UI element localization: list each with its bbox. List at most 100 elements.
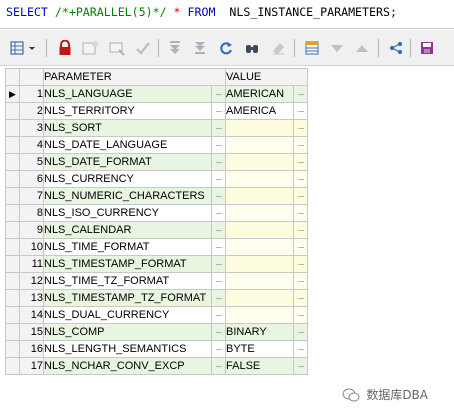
row-number[interactable]: 16 [19, 340, 44, 358]
refresh-icon[interactable] [216, 38, 236, 58]
cell-edit-button[interactable]: ··· [211, 153, 226, 171]
cell-edit-button[interactable]: ··· [293, 289, 308, 307]
cell-parameter[interactable]: NLS_TERRITORY [43, 102, 212, 120]
cell-edit-button[interactable]: ··· [211, 102, 226, 120]
cell-edit-button[interactable]: ··· [211, 119, 226, 137]
sort-ascending-icon[interactable] [352, 38, 372, 58]
cell-parameter[interactable]: NLS_CALENDAR [43, 221, 212, 239]
row-number[interactable]: 9 [19, 221, 44, 239]
row-number[interactable]: 6 [19, 170, 44, 188]
lock-icon[interactable] [55, 38, 75, 58]
cell-parameter[interactable]: NLS_TIME_FORMAT [43, 238, 212, 256]
cell-edit-button[interactable]: ··· [293, 204, 308, 222]
find-icon[interactable] [242, 38, 262, 58]
cell-edit-button[interactable]: ··· [293, 340, 308, 358]
cell-edit-button[interactable]: ··· [293, 306, 308, 324]
cell-value[interactable] [225, 255, 294, 273]
cell-edit-button[interactable]: ··· [211, 306, 226, 324]
row-number[interactable]: 15 [19, 323, 44, 341]
cell-value[interactable] [225, 238, 294, 256]
cell-parameter[interactable]: NLS_NUMERIC_CHARACTERS [43, 187, 212, 205]
cell-edit-button[interactable]: ··· [211, 272, 226, 290]
cell-edit-button[interactable]: ··· [293, 323, 308, 341]
row-number[interactable]: 13 [19, 289, 44, 307]
cell-value[interactable]: FALSE [225, 357, 294, 375]
cell-edit-button[interactable]: ··· [211, 238, 226, 256]
cell-value[interactable] [225, 136, 294, 154]
column-header-value[interactable]: VALUE [225, 68, 308, 86]
row-number[interactable]: 1 [19, 85, 44, 103]
cell-edit-button[interactable]: ··· [293, 85, 308, 103]
cell-edit-button[interactable]: ··· [211, 204, 226, 222]
cell-parameter[interactable]: NLS_TIMESTAMP_FORMAT [43, 255, 212, 273]
table-row[interactable]: 10 NLS_TIME_FORMAT ··· ··· [5, 238, 308, 256]
table-row[interactable]: 17 NLS_NCHAR_CONV_EXCP ··· FALSE ··· [5, 357, 308, 375]
clear-icon[interactable] [268, 38, 288, 58]
first-record-icon[interactable] [165, 38, 185, 58]
table-row[interactable]: 12 NLS_TIME_TZ_FORMAT ··· ··· [5, 272, 308, 290]
cell-parameter[interactable]: NLS_DUAL_CURRENCY [43, 306, 212, 324]
sql-editor[interactable]: SELECT /*+PARALLEL(5)*/ * FROM NLS_INSTA… [0, 0, 454, 29]
cell-value[interactable] [225, 221, 294, 239]
cell-parameter[interactable]: NLS_COMP [43, 323, 212, 341]
save-icon[interactable] [417, 38, 437, 58]
row-number[interactable]: 12 [19, 272, 44, 290]
cell-parameter[interactable]: NLS_CURRENCY [43, 170, 212, 188]
table-row[interactable]: 9 NLS_CALENDAR ··· ··· [5, 221, 308, 239]
cell-parameter[interactable]: NLS_TIMESTAMP_TZ_FORMAT [43, 289, 212, 307]
cell-edit-button[interactable]: ··· [293, 255, 308, 273]
query-by-example-icon[interactable] [302, 38, 322, 58]
cell-value[interactable] [225, 187, 294, 205]
cell-parameter[interactable]: NLS_LENGTH_SEMANTICS [43, 340, 212, 358]
row-number[interactable]: 14 [19, 306, 44, 324]
cell-edit-button[interactable]: ··· [293, 357, 308, 375]
cell-edit-button[interactable]: ··· [211, 85, 226, 103]
row-number[interactable]: 5 [19, 153, 44, 171]
delete-record-icon[interactable] [107, 38, 127, 58]
cell-parameter[interactable]: NLS_NCHAR_CONV_EXCP [43, 357, 212, 375]
row-number[interactable]: 17 [19, 357, 44, 375]
cell-value[interactable]: BYTE [225, 340, 294, 358]
cell-parameter[interactable]: NLS_ISO_CURRENCY [43, 204, 212, 222]
cell-edit-button[interactable]: ··· [211, 323, 226, 341]
cell-edit-button[interactable]: ··· [211, 255, 226, 273]
cell-edit-button[interactable]: ··· [293, 170, 308, 188]
table-row[interactable]: 13 NLS_TIMESTAMP_TZ_FORMAT ··· ··· [5, 289, 308, 307]
cell-edit-button[interactable]: ··· [211, 136, 226, 154]
table-row[interactable]: 2 NLS_TERRITORY ··· AMERICA ··· [5, 102, 308, 120]
table-row[interactable]: 6 NLS_CURRENCY ··· ··· [5, 170, 308, 188]
cell-edit-button[interactable]: ··· [293, 119, 308, 137]
cell-edit-button[interactable]: ··· [211, 289, 226, 307]
table-row[interactable]: 7 NLS_NUMERIC_CHARACTERS ··· ··· [5, 187, 308, 205]
row-number[interactable]: 10 [19, 238, 44, 256]
cell-value[interactable] [225, 272, 294, 290]
cell-value[interactable] [225, 306, 294, 324]
cell-parameter[interactable]: NLS_DATE_LANGUAGE [43, 136, 212, 154]
cell-parameter[interactable]: NLS_DATE_FORMAT [43, 153, 212, 171]
cell-edit-button[interactable]: ··· [211, 357, 226, 375]
table-row[interactable]: ▶ 1 NLS_LANGUAGE ··· AMERICAN ··· [5, 85, 308, 103]
table-row[interactable]: 5 NLS_DATE_FORMAT ··· ··· [5, 153, 308, 171]
cell-edit-button[interactable]: ··· [293, 153, 308, 171]
cell-value[interactable] [225, 289, 294, 307]
row-number[interactable]: 7 [19, 187, 44, 205]
post-edit-icon[interactable] [133, 38, 153, 58]
cell-edit-button[interactable]: ··· [293, 238, 308, 256]
cell-parameter[interactable]: NLS_SORT [43, 119, 212, 137]
cell-edit-button[interactable]: ··· [293, 272, 308, 290]
cell-edit-button[interactable]: ··· [211, 221, 226, 239]
cell-value[interactable] [225, 119, 294, 137]
cell-value[interactable] [225, 153, 294, 171]
cell-edit-button[interactable]: ··· [211, 170, 226, 188]
row-number[interactable]: 8 [19, 204, 44, 222]
table-row[interactable]: 15 NLS_COMP ··· BINARY ··· [5, 323, 308, 341]
row-number[interactable]: 11 [19, 255, 44, 273]
cell-value[interactable]: AMERICA [225, 102, 294, 120]
table-row[interactable]: 11 NLS_TIMESTAMP_FORMAT ··· ··· [5, 255, 308, 273]
cell-value[interactable]: AMERICAN [225, 85, 294, 103]
cell-edit-button[interactable]: ··· [293, 221, 308, 239]
insert-record-icon[interactable] [80, 38, 100, 58]
table-row[interactable]: 4 NLS_DATE_LANGUAGE ··· ··· [5, 136, 308, 154]
cell-edit-button[interactable]: ··· [211, 187, 226, 205]
cell-value[interactable]: BINARY [225, 323, 294, 341]
